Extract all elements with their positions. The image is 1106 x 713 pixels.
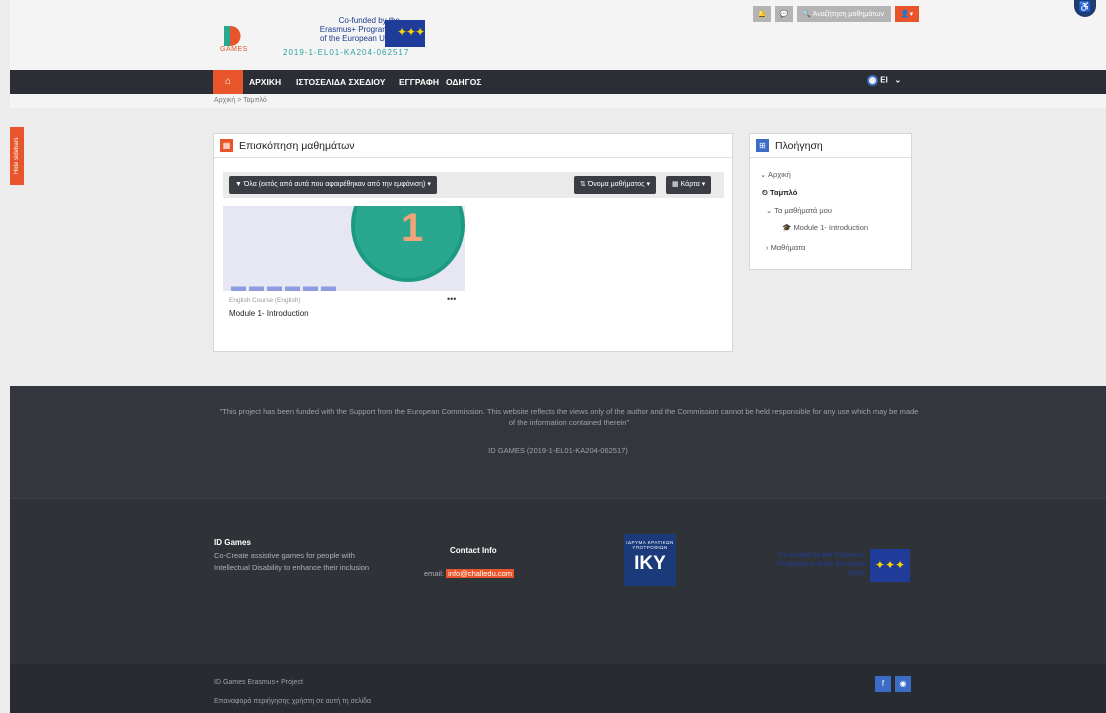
course-search-button[interactable]: 🔍 Αναζήτηση μαθημάτων (797, 6, 891, 22)
website-globe-icon[interactable]: ◉ (895, 676, 911, 692)
graduation-cap-icon: 🎓 (782, 223, 794, 232)
course-image-band: ▬▬▬▬▬▬ (231, 278, 339, 291)
chevron-down-icon: ⌄ (890, 75, 902, 85)
breadcrumb-bar (10, 94, 1106, 108)
filter-toolbar: ▼ Όλα (εκτός από αυτά που αφαιρέθηκαν απ… (223, 172, 724, 198)
eu-flag-icon: ✦✦✦ (385, 20, 425, 47)
footer-project-code: ID GAMES (2019-1-EL01-KA204-062517) (488, 446, 628, 455)
notifications-bell-icon[interactable]: 🔔 (753, 6, 771, 22)
block-header: ▦ Επισκόπηση μαθημάτων (214, 134, 732, 158)
home-icon[interactable]: ⌂ (213, 70, 243, 94)
cofund-line: of the European Union (319, 34, 400, 43)
iky-big-text: IKY (634, 553, 666, 574)
user-menu-button[interactable]: 👤 ▾ (895, 6, 919, 22)
block-header: ⊞ Πλοήγηση (750, 134, 911, 158)
block-title: Επισκόπηση μαθημάτων (239, 139, 355, 152)
footer-project-name: ID Games Erasmus+ Project (214, 679, 303, 686)
eu-flag-icon: ✦✦✦ (870, 549, 910, 582)
about-text: Co-Create assistive games for people wit… (214, 551, 370, 572)
site-header: GAMES Co-funded by the Erasmus+ Programm… (10, 0, 1106, 70)
footer-bottom-bar: ID Games Erasmus+ Project Επαναφορά περι… (10, 664, 1106, 713)
about-title: ID Games (214, 538, 251, 547)
iky-small-text: ΙΔΡΥΜΑ ΚΡΑΤΙΚΩΝ ΥΠΟΤΡΟΦΙΩΝ (626, 540, 674, 550)
nav-item-guide[interactable]: ΟΔΗΓΟΣ (446, 70, 481, 94)
contact-title: Contact Info (450, 546, 497, 555)
hide-sidebars-button[interactable]: Hide sidebars (10, 127, 24, 185)
facebook-icon[interactable]: f (875, 676, 891, 692)
course-image-number: 1 (401, 206, 424, 250)
search-icon: 🔍 (802, 11, 813, 18)
course-name-link[interactable]: Module 1- Introduction (229, 309, 309, 318)
tree-label: Αρχική (767, 170, 791, 179)
tree-label: Module 1- Introduction (793, 223, 869, 232)
funding-disclaimer: "This project has been funded with the S… (219, 407, 919, 427)
nav-item-home[interactable]: ΑΡΧΙΚΗ (249, 70, 281, 94)
eu-cofund-logo: Co-funded by the Erasmus+ Programme of t… (774, 549, 910, 582)
footer-disclaimer-section: "This project has been funded with the S… (10, 386, 1106, 498)
main-navbar: ⌂ ΑΡΧΙΚΗ ΙΣΤΟΣΕΛΙΔΑ ΣΧΕΔΙΟΥ ΕΓΓΡΑΦΗ ΟΔΗΓ… (10, 70, 1106, 94)
block-title: Πλοήγηση (775, 139, 823, 152)
search-label: Αναζήτηση μαθημάτων (812, 10, 885, 18)
course-overview-block: ▦ Επισκόπηση μαθημάτων ▼ Όλα (εκτός από … (213, 133, 733, 352)
course-category: English Course (English) (229, 297, 301, 304)
email-label: email: (424, 569, 445, 578)
chevron-down-icon: ⌄ (760, 170, 768, 179)
project-code: 2019-1-EL01-KA204-062517 (283, 48, 410, 57)
chevron-down-icon: ⌄ (766, 206, 775, 215)
breadcrumb[interactable]: Αρχική > Ταμπλό (214, 97, 267, 104)
tree-label: Ταμπλό (769, 188, 798, 197)
sort-dropdown[interactable]: ⇅ Όνομα μαθήματος ▾ (574, 176, 656, 194)
eu-cofund-text: Co-funded by the Erasmus+ Programme of t… (777, 552, 866, 577)
nav-item-project-site[interactable]: ΙΣΤΟΣΕΛΙΔΑ ΣΧΕΔΙΟΥ (296, 70, 385, 94)
messages-icon[interactable]: 💬 (775, 6, 793, 22)
course-card[interactable]: 1 ▬▬▬▬▬▬ English Course (English) Module… (223, 206, 465, 328)
sitemap-icon: ⊞ (756, 139, 769, 152)
navigation-block: ⊞ Πλοήγηση ⌄ Αρχική ⏲ Ταμπλό ⌄ Τα μαθήμα… (749, 133, 912, 270)
grid-icon: ▦ (672, 181, 681, 188)
tree-item-module-1[interactable]: 🎓 Module 1- Introduction (782, 223, 868, 232)
language-selector[interactable]: El ⌄ (867, 75, 901, 86)
filter-icon: ▼ (235, 181, 244, 188)
sort-icon: ⇅ (580, 181, 588, 188)
course-image[interactable]: 1 ▬▬▬▬▬▬ (223, 206, 465, 291)
tree-label: Μαθήματα (770, 243, 806, 252)
dashboard-icon: ⏲ (762, 188, 770, 197)
tree-item-dashboard[interactable]: ⏲ Ταμπλό (762, 188, 797, 198)
tree-item-my-courses[interactable]: ⌄ Τα μαθήματά μου (766, 206, 832, 215)
user-icon: 👤 (900, 11, 910, 18)
reset-tour-link[interactable]: Επαναφορά περιήγησης χρήστη σε αυτή τη σ… (214, 698, 371, 705)
course-actions-menu[interactable]: ••• (447, 294, 456, 304)
cofund-text: Co-funded by the Erasmus+ Programme of t… (280, 16, 400, 43)
view-label: Κάρτα ▾ (680, 181, 706, 188)
tree-item-home[interactable]: ⌄ Αρχική (760, 170, 791, 179)
iky-logo[interactable]: ΙΔΡΥΜΑ ΚΡΑΤΙΚΩΝ ΥΠΟΤΡΟΦΙΩΝ IKY (624, 534, 676, 586)
footer-info-section: ID Games Co-Create assistive games for p… (10, 498, 1106, 664)
course-overview-icon: ▦ (220, 139, 233, 152)
language-label: El (880, 75, 888, 85)
filter-dropdown[interactable]: ▼ Όλα (εκτός από αυτά που αφαιρέθηκαν απ… (229, 176, 437, 194)
globe-icon (867, 75, 878, 86)
tree-item-courses[interactable]: › Μαθήματα (766, 243, 805, 252)
contact-email: email: info@challedu.com (424, 569, 515, 578)
tree-label: Τα μαθήματά μου (774, 206, 832, 215)
logo-text: GAMES (220, 46, 248, 53)
email-link[interactable]: info@challedu.com (446, 569, 515, 578)
cofund-line: Erasmus+ Programme (319, 25, 400, 34)
cofund-line: Co-funded by the (338, 16, 400, 25)
user-caret: ▾ (909, 11, 914, 18)
view-dropdown[interactable]: ▦ Κάρτα ▾ (666, 176, 712, 194)
sort-label: Όνομα μαθήματος ▾ (587, 181, 650, 188)
filter-label: Όλα (εκτός από αυτά που αφαιρέθηκαν από … (243, 181, 431, 188)
nav-item-register[interactable]: ΕΓΓΡΑΦΗ (399, 70, 439, 94)
